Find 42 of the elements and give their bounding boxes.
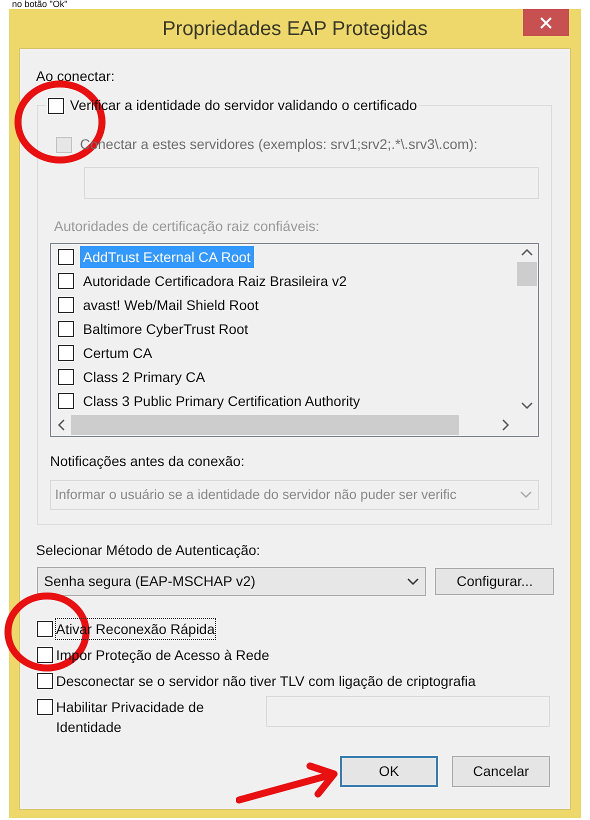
scrollbar-thumb[interactable] <box>517 262 537 286</box>
scrollbar-thumb[interactable] <box>71 415 459 435</box>
dropdown-value: Senha segura (EAP-MSCHAP v2) <box>44 572 256 591</box>
list-item[interactable]: avast! Web/Mail Shield Root <box>80 294 262 316</box>
checkbox[interactable] <box>58 345 74 361</box>
dialog-button[interactable]: Cancelar <box>452 756 550 787</box>
section-label: Ao conectar: <box>36 67 116 86</box>
caption: no botão "Ok" <box>11 0 68 9</box>
checkbox[interactable] <box>58 273 74 289</box>
chevron-down-icon <box>407 578 420 586</box>
chevron-left-icon <box>57 419 65 431</box>
checkbox-label: Desconectar se o servidor não tiver TLV com ligação de criptografia <box>56 672 476 691</box>
chevron-down-icon <box>520 491 532 499</box>
chevron-up-icon <box>521 248 533 256</box>
checkbox[interactable] <box>37 673 53 689</box>
checkbox[interactable] <box>58 321 74 337</box>
list-item[interactable]: Class 2 Primary CA <box>80 366 208 388</box>
list-item[interactable]: Certum CA <box>80 342 156 364</box>
list-label: Autoridades de certificação raiz confiáveis: <box>54 217 320 236</box>
close-icon <box>540 16 552 28</box>
checkbox[interactable] <box>58 249 74 265</box>
chevron-down-icon <box>521 402 533 410</box>
checkbox[interactable] <box>37 647 53 663</box>
auth-method-dropdown[interactable]: Senha segura (EAP-MSCHAP v2) <box>37 567 426 596</box>
field-label: Selecionar Método de Autenticação: <box>36 541 262 560</box>
dropdown-value: Informar o usuário se a identidade do servidor não puder ser verific <box>55 486 458 504</box>
dialog-button[interactable]: OK <box>340 756 438 787</box>
checkbox[interactable] <box>58 393 74 409</box>
configure-button[interactable]: Configurar... <box>435 568 554 595</box>
list-item[interactable]: Autoridade Certificadora Raiz Brasileira v2 <box>80 270 350 292</box>
chevron-right-icon <box>502 419 510 431</box>
window-title: Propriedades EAP Protegidas <box>162 16 428 42</box>
close-button[interactable] <box>523 9 569 36</box>
checkbox[interactable] <box>37 699 53 715</box>
checkbox[interactable] <box>48 98 64 114</box>
checkbox[interactable] <box>37 621 53 637</box>
list-item[interactable]: Baltimore CyberTrust Root <box>80 318 252 340</box>
list-item[interactable]: Class 3 Public Primary Certification Authority <box>80 390 363 412</box>
checkbox[interactable] <box>58 369 74 385</box>
field-label: Notificações antes da conexão: <box>50 452 246 471</box>
checkbox[interactable] <box>58 297 74 313</box>
checkbox-label: Habilitar Privacidade de Identidade <box>56 698 205 737</box>
